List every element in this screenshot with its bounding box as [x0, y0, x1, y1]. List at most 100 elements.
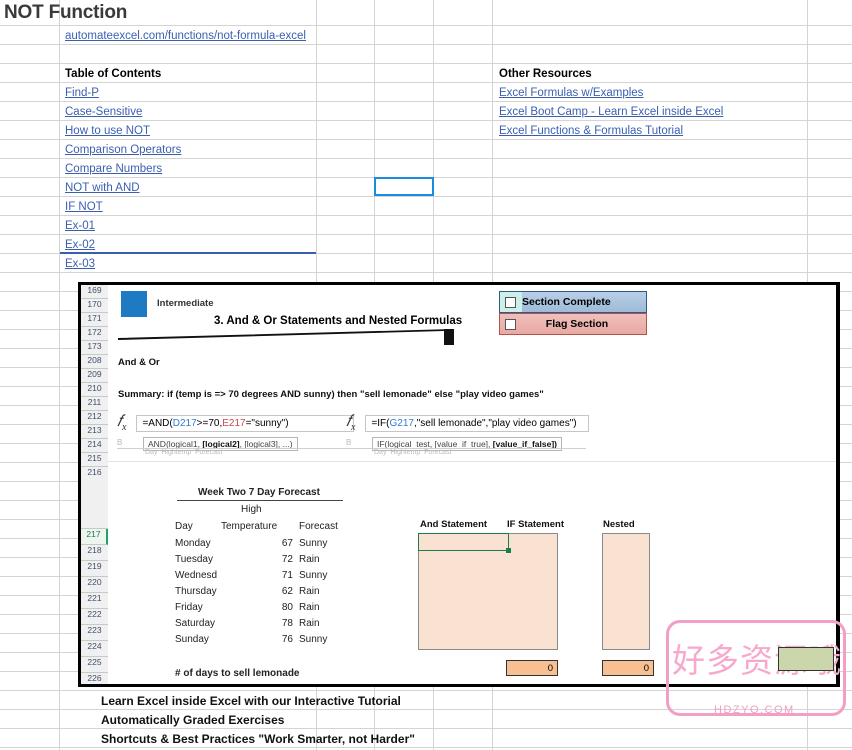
forecast-temp: 71 [281, 570, 293, 581]
resource-link-label[interactable]: Excel Formulas w/Examples [499, 87, 643, 99]
footer-text: Shortcuts & Best Practices "Work Smarter… [101, 731, 415, 746]
toc-link-label[interactable]: Case-Sensitive [65, 106, 142, 118]
forecast-temp: 76 [281, 634, 293, 645]
level-badge-square-icon [121, 291, 147, 317]
toc-link-label[interactable]: IF NOT [65, 201, 103, 213]
nested-statement-range[interactable] [602, 533, 650, 650]
toc-link-label[interactable]: How to use NOT [65, 125, 150, 137]
toc-item-comparison-operators[interactable]: Comparison Operators [62, 141, 181, 158]
row-number: 226 [81, 673, 108, 684]
row-number: 219 [81, 561, 108, 577]
divider [117, 448, 357, 449]
page-title: NOT Function [4, 2, 128, 23]
section-label: And & Or [118, 357, 160, 368]
forecast-col-forecast: Forecast [299, 521, 338, 532]
section-complete-label: Section Complete [522, 296, 611, 308]
row-number: 212 [81, 411, 108, 425]
toc-item-find-p[interactable]: Find-P [62, 84, 99, 101]
toc-link-label[interactable]: Comparison Operators [65, 144, 181, 156]
toc-item-not-with-and[interactable]: NOT with AND [62, 179, 140, 196]
checkbox-icon[interactable] [505, 318, 516, 330]
forecast-temp: 72 [281, 554, 293, 565]
nested-statement-label: Nested [603, 519, 635, 530]
toc-item-ex-01[interactable]: Ex-01 [62, 217, 95, 234]
forecast-sub-header: High [241, 504, 262, 515]
resources-header: Other Resources [499, 67, 592, 80]
toc-item-compare-numbers[interactable]: Compare Numbers [62, 160, 162, 177]
resource-link-tutorial[interactable]: Excel Functions & Formulas Tutorial [496, 122, 683, 139]
formula-ref-g217: G217 [389, 417, 414, 429]
banner-wedge-rule [118, 329, 454, 345]
toc-link-label[interactable]: Find-P [65, 87, 99, 99]
flag-section-button[interactable]: Flag Section [499, 313, 647, 335]
if-statement-label: IF Statement [507, 519, 565, 530]
toc-item-how-to-use-not[interactable]: How to use NOT [62, 122, 150, 139]
row-number: 209 [81, 369, 108, 383]
flag-section-checkbox-wrap[interactable] [500, 314, 522, 334]
and-statement-label: And Statement [420, 519, 488, 530]
forecast-condition: Rain [299, 618, 320, 629]
forecast-day: Wednesd [175, 570, 218, 581]
active-cell-selection[interactable] [374, 177, 434, 196]
formula-input-and[interactable]: =AND(D217 >=70, E217 ="sunny") [136, 414, 355, 432]
grid-row-line [0, 728, 852, 729]
function-fx-icon[interactable]: 𝑓x [117, 413, 126, 433]
toc-link-label[interactable]: NOT with AND [65, 182, 140, 194]
section-complete-button[interactable]: Section Complete [499, 291, 647, 313]
resource-link-formulas[interactable]: Excel Formulas w/Examples [496, 84, 643, 101]
source-url-cell[interactable]: automateexcel.com/functions/not-formula-… [62, 27, 306, 44]
row-number: 170 [81, 299, 108, 313]
formula-text-prefix: =IF( [371, 417, 390, 429]
toc-link-label[interactable]: Ex-01 [65, 220, 95, 232]
formula-bar-and[interactable]: 𝑓x =AND(D217 >=70, E217 ="sunny") [117, 413, 355, 433]
forecast-condition: Sunny [299, 634, 328, 645]
toc-item-if-not[interactable]: IF NOT [62, 198, 103, 215]
footer-text: Automatically Graded Exercises [101, 712, 285, 727]
resource-link-label[interactable]: Excel Functions & Formulas Tutorial [499, 125, 683, 137]
row-number: 171 [81, 313, 108, 327]
divider [346, 448, 586, 449]
row-number: 211 [81, 397, 108, 411]
if-statement-total[interactable]: 0 [506, 660, 558, 676]
ex-02-row-highlight-border [60, 252, 316, 254]
row-number: 208 [81, 355, 108, 369]
selected-range-highlight[interactable] [418, 533, 511, 553]
forecast-temp: 78 [281, 618, 293, 629]
resource-link-boot-camp[interactable]: Excel Boot Camp - Learn Excel inside Exc… [496, 103, 723, 120]
toc-link-label[interactable]: Ex-03 [65, 258, 95, 270]
forecast-condition: Sunny [299, 538, 328, 549]
divider [108, 461, 836, 462]
embedded-lesson-screenshot[interactable]: 169 170 171 172 173 208 209 210 211 212 … [78, 282, 840, 687]
toc-link-label[interactable]: Ex-02 [65, 239, 95, 251]
forecast-temp: 67 [281, 538, 293, 549]
forecast-condition: Sunny [299, 570, 328, 581]
forecast-condition: Rain [299, 602, 320, 613]
function-fx-icon[interactable]: 𝑓x [346, 413, 355, 433]
checkbox-icon[interactable] [505, 296, 516, 308]
source-url-link[interactable]: automateexcel.com/functions/not-formula-… [65, 30, 306, 42]
nested-statement-total[interactable]: 0 [602, 660, 654, 676]
formula-text-suffix: ,"sell lemonade","play video games") [413, 417, 577, 429]
resource-link-label[interactable]: Excel Boot Camp - Learn Excel inside Exc… [499, 106, 723, 118]
toc-item-case-sensitive[interactable]: Case-Sensitive [62, 103, 142, 120]
grid-row-line [0, 63, 852, 64]
formula-bar-if[interactable]: 𝑓x =IF(G217 ,"sell lemonade","play video … [346, 413, 590, 433]
toc-header: Table of Contents [65, 67, 162, 80]
row-number: 224 [81, 641, 108, 657]
toc-link-label[interactable]: Compare Numbers [65, 163, 162, 175]
footer-text: Learn Excel inside Excel with our Intera… [101, 693, 401, 708]
row-number-active: 217 [81, 529, 108, 545]
toc-item-ex-02[interactable]: Ex-02 [62, 236, 95, 253]
resources-header-cell: Other Resources [496, 65, 592, 82]
formula-input-if[interactable]: =IF(G217 ,"sell lemonade","play video gam… [365, 414, 590, 432]
toc-item-ex-03[interactable]: Ex-03 [62, 255, 95, 272]
section-complete-checkbox-wrap[interactable] [500, 292, 522, 312]
footer-line-2: Automatically Graded Exercises [98, 711, 284, 728]
row-number: 169 [81, 285, 108, 299]
grid-row-line [0, 25, 852, 26]
forecast-day: Saturday [175, 618, 216, 629]
footer-line-3: Shortcuts & Best Practices "Work Smarter… [98, 730, 415, 747]
row-number: 225 [81, 657, 108, 673]
row-number: 214 [81, 439, 108, 453]
grid-row-line [0, 747, 852, 748]
